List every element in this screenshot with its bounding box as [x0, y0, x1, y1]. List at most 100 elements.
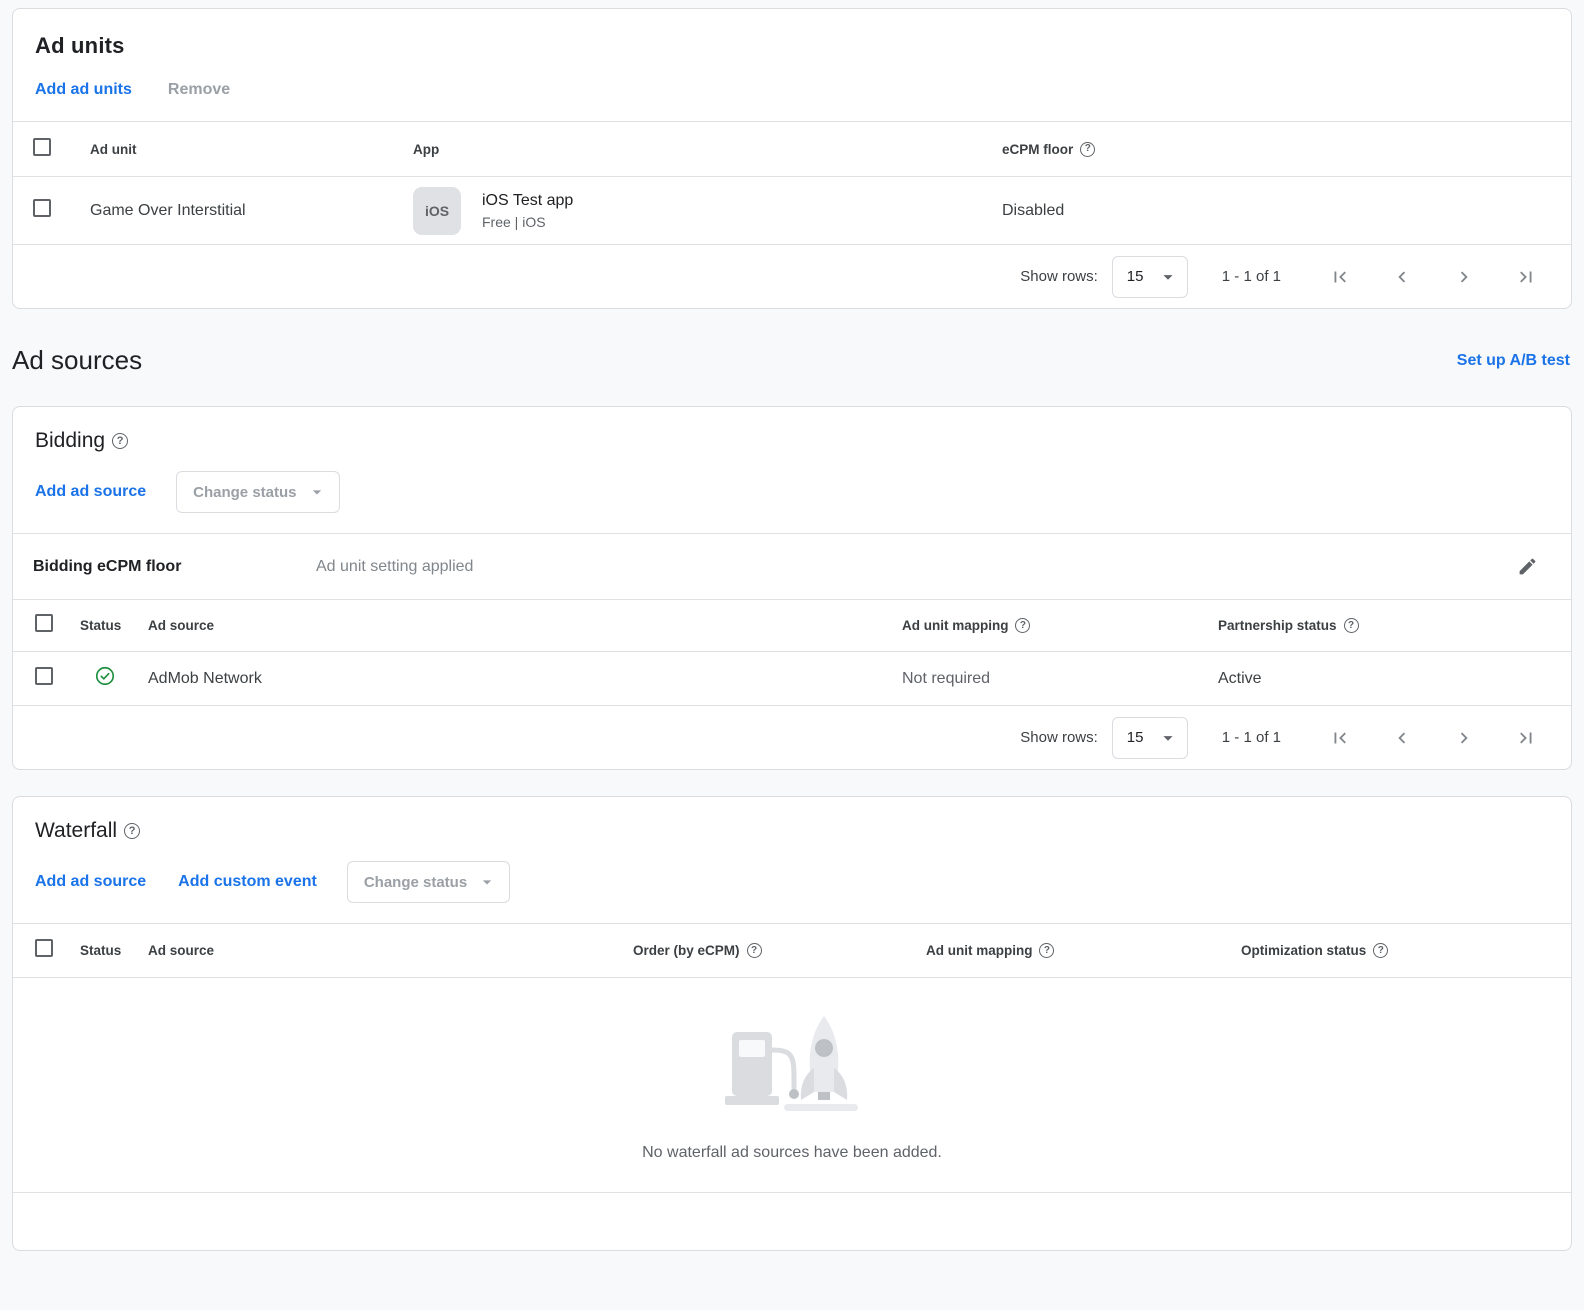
- bidding-actions: Add ad source Change status: [35, 471, 1549, 513]
- prev-page-button[interactable]: [1390, 265, 1414, 289]
- page-range-label: 1 - 1 of 1: [1222, 729, 1281, 746]
- col-ecpm-floor: eCPM floor: [1002, 142, 1073, 157]
- select-all-cell: [33, 138, 90, 161]
- ad-sources-heading: Ad sources: [12, 345, 142, 376]
- bidding-row-checkbox[interactable]: [35, 667, 53, 685]
- show-rows-label: Show rows:: [1020, 729, 1098, 746]
- remove-button[interactable]: Remove: [168, 81, 230, 99]
- prev-page-button[interactable]: [1390, 726, 1414, 750]
- pagination-nav: [1309, 265, 1557, 289]
- ad-units-header-row: Ad unit App eCPM floor ?: [13, 121, 1571, 176]
- last-page-button[interactable]: [1514, 726, 1538, 750]
- ad-unit-mapping-help-icon[interactable]: ?: [1015, 618, 1030, 633]
- ad-sources-section-header: Ad sources Set up A/B test: [12, 345, 1570, 376]
- last-page-icon: [1515, 266, 1537, 288]
- bidding-add-ad-source-button[interactable]: Add ad source: [35, 483, 146, 501]
- waterfall-header-row: Status Ad source Order (by eCPM) ? Ad un…: [13, 923, 1571, 977]
- add-ad-units-button[interactable]: Add ad units: [35, 81, 132, 99]
- app-name: iOS Test app: [482, 192, 573, 210]
- rows-per-page-select[interactable]: 15: [1112, 717, 1188, 759]
- rows-per-page-value: 15: [1127, 268, 1144, 285]
- ad-unit-row: Game Over Interstitial iOS iOS Test app …: [13, 176, 1571, 244]
- select-all-ad-units-checkbox[interactable]: [33, 138, 51, 156]
- app-meta: Free | iOS: [482, 214, 573, 230]
- waterfall-empty-state: No waterfall ad sources have been added.: [13, 977, 1571, 1192]
- ad-units-actions: Add ad units Remove: [35, 81, 1549, 99]
- pagination-nav: [1309, 726, 1557, 750]
- col-app: App: [413, 142, 1002, 157]
- optimization-status-help-icon[interactable]: ?: [1373, 943, 1388, 958]
- rows-per-page-value: 15: [1127, 729, 1144, 746]
- col-order-by-ecpm: Order (by eCPM): [633, 943, 740, 958]
- dropdown-caret-icon: [1157, 727, 1179, 749]
- first-page-button[interactable]: [1328, 265, 1352, 289]
- select-all-bidding-checkbox[interactable]: [35, 614, 53, 632]
- dropdown-caret-icon: [307, 482, 327, 502]
- admob-mediation-page: Ad units Add ad units Remove Ad unit App…: [0, 0, 1584, 1251]
- col-partnership-status: Partnership status: [1218, 618, 1337, 633]
- ad-unit-mapping-help-icon[interactable]: ?: [1039, 943, 1054, 958]
- bidding-card: Bidding ? Add ad source Change status Bi…: [12, 406, 1572, 770]
- bidding-help-icon[interactable]: ?: [112, 433, 128, 449]
- waterfall-help-icon[interactable]: ?: [124, 823, 140, 839]
- ecpm-floor-help-icon[interactable]: ?: [1080, 142, 1095, 157]
- col-ad-source: Ad source: [148, 618, 902, 633]
- col-ad-unit-mapping: Ad unit mapping: [902, 618, 1008, 633]
- bidding-partnership-value: Active: [1218, 670, 1571, 688]
- col-optimization-status: Optimization status: [1241, 943, 1366, 958]
- edit-pencil-icon: [1517, 556, 1538, 577]
- last-page-button[interactable]: [1514, 265, 1538, 289]
- first-page-icon: [1329, 266, 1351, 288]
- setup-ab-test-link[interactable]: Set up A/B test: [1457, 352, 1570, 370]
- bidding-ecpm-floor-label: Bidding eCPM floor: [33, 558, 316, 576]
- show-rows-label: Show rows:: [1020, 268, 1098, 285]
- select-all-waterfall-checkbox[interactable]: [35, 939, 53, 957]
- chevron-right-icon: [1453, 727, 1475, 749]
- waterfall-change-status-button[interactable]: Change status: [347, 861, 510, 903]
- waterfall-card: Waterfall ? Add ad source Add custom eve…: [12, 796, 1572, 1251]
- waterfall-footer: [13, 1192, 1571, 1250]
- status-active-check-icon: [94, 665, 116, 687]
- add-custom-event-button[interactable]: Add custom event: [178, 873, 317, 891]
- col-ad-unit-mapping: Ad unit mapping: [926, 943, 1032, 958]
- last-page-icon: [1515, 727, 1537, 749]
- ad-units-title: Ad units: [35, 33, 1549, 59]
- edit-ecpm-floor-button[interactable]: [1513, 553, 1541, 581]
- next-page-button[interactable]: [1452, 726, 1476, 750]
- dropdown-caret-icon: [477, 872, 497, 892]
- col-ad-unit: Ad unit: [90, 142, 413, 157]
- next-page-button[interactable]: [1452, 265, 1476, 289]
- page-range-label: 1 - 1 of 1: [1222, 268, 1281, 285]
- first-page-icon: [1329, 727, 1351, 749]
- ad-units-pagination: Show rows: 15 1 - 1 of 1: [13, 244, 1571, 308]
- bidding-ecpm-floor-value: Ad unit setting applied: [316, 558, 473, 576]
- partnership-status-help-icon[interactable]: ?: [1344, 618, 1359, 633]
- chevron-left-icon: [1391, 727, 1413, 749]
- col-status: Status: [80, 943, 148, 958]
- col-ad-source: Ad source: [148, 943, 633, 958]
- bidding-title: Bidding: [35, 429, 105, 453]
- first-page-button[interactable]: [1328, 726, 1352, 750]
- rows-per-page-select[interactable]: 15: [1112, 256, 1188, 298]
- app-cell: iOS iOS Test app Free | iOS: [413, 187, 1002, 235]
- col-status: Status: [80, 618, 148, 633]
- dropdown-caret-icon: [1157, 266, 1179, 288]
- bidding-change-status-button[interactable]: Change status: [176, 471, 339, 513]
- chevron-left-icon: [1391, 266, 1413, 288]
- ad-unit-row-checkbox[interactable]: [33, 199, 51, 217]
- chevron-right-icon: [1453, 266, 1475, 288]
- waterfall-empty-message: No waterfall ad sources have been added.: [642, 1144, 942, 1162]
- ad-units-card: Ad units Add ad units Remove Ad unit App…: [12, 8, 1572, 309]
- ecpm-floor-value: Disabled: [1002, 202, 1571, 220]
- bidding-ad-source-name[interactable]: AdMob Network: [148, 670, 902, 688]
- waterfall-actions: Add ad source Add custom event Change st…: [35, 861, 1549, 903]
- ad-unit-name[interactable]: Game Over Interstitial: [90, 202, 413, 220]
- order-help-icon[interactable]: ?: [747, 943, 762, 958]
- bidding-pagination: Show rows: 15 1 - 1 of 1: [13, 705, 1571, 769]
- waterfall-add-ad-source-button[interactable]: Add ad source: [35, 873, 146, 891]
- rocket-illustration: [712, 1006, 872, 1128]
- bidding-row: AdMob Network Not required Active: [13, 651, 1571, 705]
- bidding-ecpm-floor-row: Bidding eCPM floor Ad unit setting appli…: [13, 533, 1571, 599]
- bidding-header-row: Status Ad source Ad unit mapping ? Partn…: [13, 599, 1571, 651]
- waterfall-title: Waterfall: [35, 819, 117, 843]
